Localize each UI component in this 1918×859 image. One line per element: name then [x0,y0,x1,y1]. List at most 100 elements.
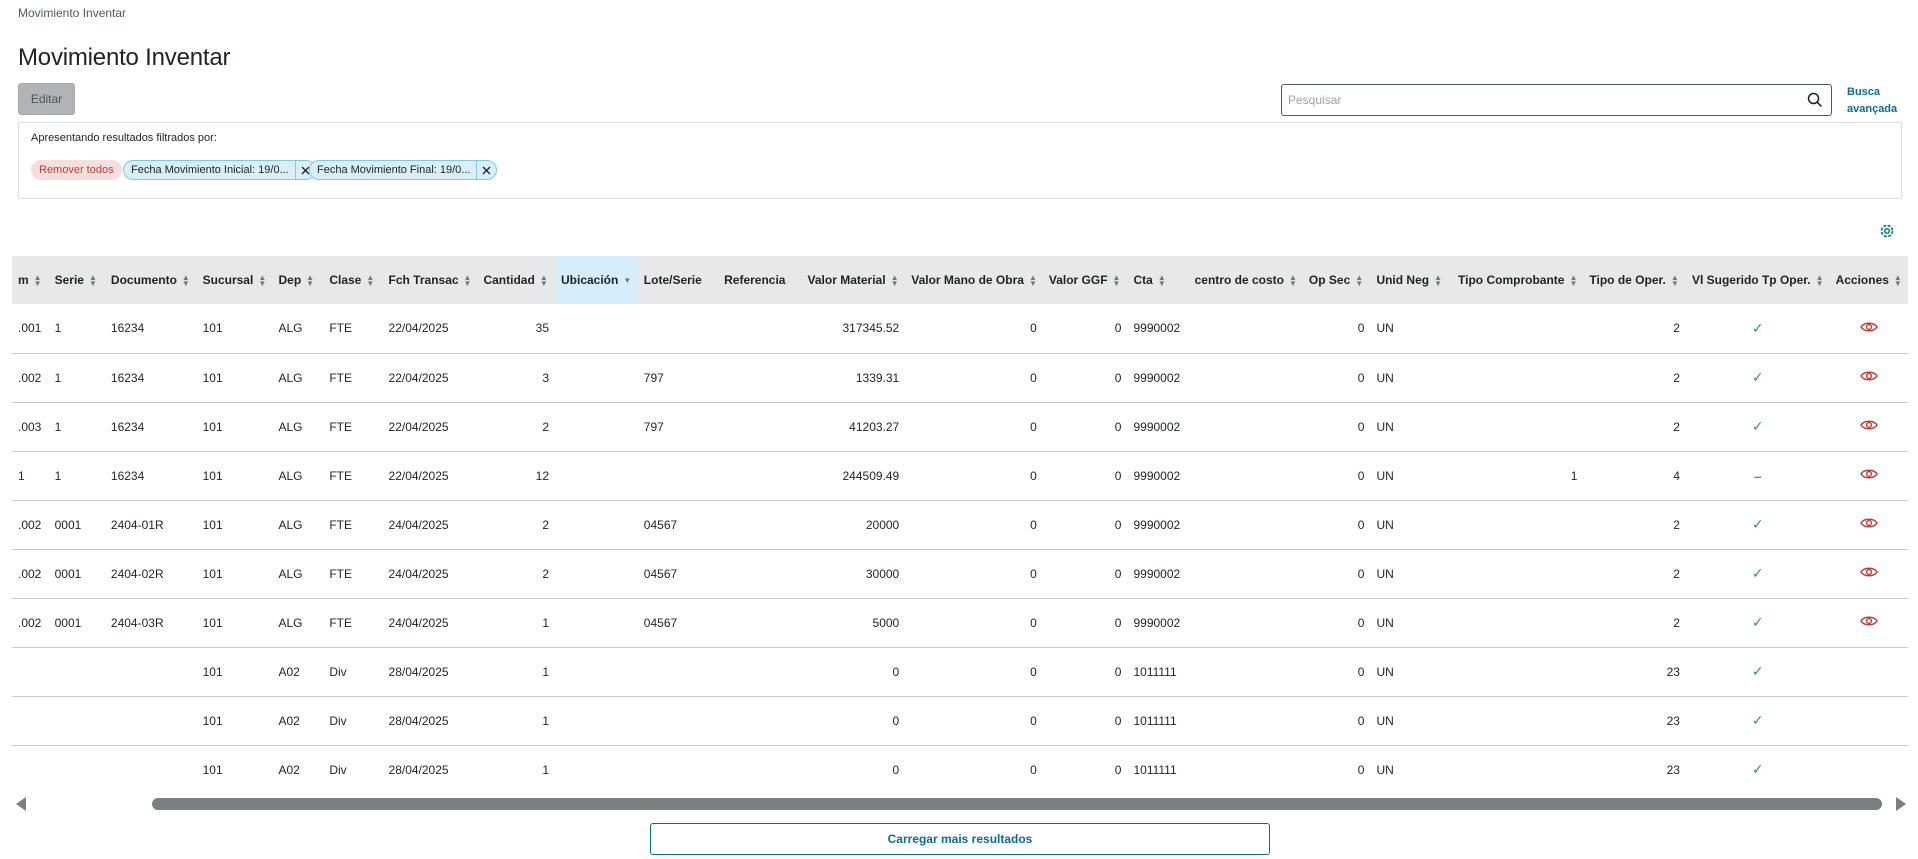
scroll-left-arrow-icon[interactable] [16,797,26,811]
table-cell: 1 [54,370,62,385]
table-cell [718,598,801,647]
sort-icon[interactable]: ▲ ▼ [891,273,899,287]
sort-icon[interactable]: ▲ ▼ [1289,273,1297,287]
sort-icon[interactable]: ▲ ▼ [1434,273,1442,287]
column-header-active[interactable]: Ubicación ▼ [555,256,638,304]
sort-icon[interactable]: ▲ ▼ [306,273,314,287]
column-header[interactable]: Unid Neg ▲ ▼ [1370,256,1452,304]
table-row[interactable]: .002 0001 2404-03R 101 ALG FTE 24/04/2025 1 0456… [12,598,1908,647]
table-row[interactable]: 1 1 16234 101 ALG FTE 22/04/2025 12 244509.49 0 0 9… [12,451,1908,500]
column-header[interactable]: Fch Transac ▲ ▼ [383,256,478,304]
search-input[interactable] [1282,85,1799,115]
breadcrumb[interactable]: Movimiento Inventar [18,6,126,20]
table-cell: 0 [1357,762,1365,777]
table-cell [105,745,197,792]
sort-icon[interactable]: ▲ ▼ [366,273,374,287]
column-header[interactable]: Sucursal ▲ ▼ [197,256,273,304]
table-cell: Div [329,762,347,777]
table-cell: UN [1376,615,1394,630]
column-header[interactable]: Documento ▲ ▼ [105,256,197,304]
sort-icon[interactable]: ▲ ▼ [1029,273,1037,287]
column-header[interactable]: Tipo Comprobante ▲ ▼ [1452,256,1583,304]
eye-icon[interactable] [1859,518,1878,532]
column-header[interactable]: Referencia [718,256,801,304]
column-header[interactable]: Valor GGF ▲ ▼ [1043,256,1128,304]
column-header[interactable]: Valor Mano de Obra ▲ ▼ [905,256,1043,304]
sort-icon[interactable]: ▲ ▼ [1113,273,1121,287]
table-cell: UN [1376,419,1394,434]
table-row[interactable]: .003 1 16234 101 ALG FTE 22/04/2025 2 797 41203.2… [12,402,1908,451]
column-header[interactable]: Serie ▲ ▼ [49,256,105,304]
suggested-value-cell: ✓ [1686,549,1830,598]
eye-icon[interactable] [1859,616,1878,630]
table-cell: 9990002 [1133,517,1181,532]
table-cell: 1 [542,615,549,630]
horizontal-scrollbar[interactable] [12,794,1908,814]
check-icon: ✓ [1751,369,1764,385]
column-header[interactable]: Op Sec ▲ ▼ [1303,256,1371,304]
table-cell: 0 [892,762,900,777]
table-row[interactable]: .002 0001 2404-01R 101 ALG FTE 24/04/2025 2 0456… [12,500,1908,549]
scroll-right-arrow-icon[interactable] [1896,797,1906,811]
column-header[interactable]: Valor Material ▲ ▼ [802,256,906,304]
column-header[interactable]: Acciones ▲ ▼ [1830,256,1908,304]
column-header[interactable]: Tipo de Oper. ▲ ▼ [1583,256,1686,304]
sort-icon[interactable]: ▲ ▼ [1894,273,1902,287]
edit-button[interactable]: Editar [18,83,75,115]
table-cell: 2 [1673,517,1680,532]
sort-icon[interactable]: ▲ ▼ [1671,273,1679,287]
column-header[interactable]: centro de costo ▲ ▼ [1189,256,1303,304]
load-more-button[interactable]: Carregar mais resultados [650,823,1270,855]
table-cell: .002 [18,517,42,532]
check-icon: ✓ [1751,418,1764,434]
sort-icon[interactable]: ▲ ▼ [540,273,548,287]
eye-icon[interactable] [1859,371,1878,385]
sort-icon[interactable]: ▲ ▼ [464,273,472,287]
scrollbar-thumb[interactable] [152,798,1882,810]
table-cell: 28/04/2025 [388,664,449,679]
table-row[interactable]: 101 A02 Div 28/04/2025 1 0 0 0 1011111 0 UN 23 ✓ [12,745,1908,792]
table-cell: .003 [18,419,42,434]
table-row[interactable]: 101 A02 Div 28/04/2025 1 0 0 0 1011111 0 UN 23 ✓ [12,647,1908,696]
column-header[interactable]: Cantidad ▲ ▼ [477,256,555,304]
sort-icon[interactable]: ▲ ▼ [258,273,266,287]
eye-icon[interactable] [1859,322,1878,336]
table-cell [12,745,49,792]
column-header-label: Lote/Serie [643,273,702,287]
close-icon[interactable] [476,161,496,179]
table-cell: 0 [1030,615,1037,630]
data-table-container[interactable]: m ▲ ▼ Serie ▲ ▼ Documento ▲ ▼ Sucursal ▲ ▼ Dep ▲ ▼… [12,256,1908,792]
sort-icon[interactable]: ▲ ▼ [1158,273,1166,287]
column-header[interactable]: Dep ▲ ▼ [273,256,324,304]
eye-icon[interactable] [1859,420,1878,434]
search-icon[interactable] [1799,85,1831,115]
advanced-search-link[interactable]: Busca avançada [1847,84,1907,118]
table-cell: 0 [1114,762,1122,777]
column-header[interactable]: Clase ▲ ▼ [323,256,382,304]
remove-all-filters-button[interactable]: Remover todos [31,160,122,180]
table-cell [1452,402,1583,451]
table-cell: 0 [1357,370,1365,385]
table-row[interactable]: 101 A02 Div 28/04/2025 1 0 0 0 1011111 0 UN 23 ✓ [12,696,1908,745]
sort-icon[interactable]: ▲ ▼ [1816,273,1824,287]
column-header[interactable]: Lote/Serie [638,256,718,304]
sort-icon[interactable]: ▲ ▼ [182,273,190,287]
sort-icon[interactable]: ▲ ▼ [89,273,97,287]
column-header[interactable]: Cta ▲ ▼ [1127,256,1188,304]
table-cell: 1 [542,762,549,777]
chevron-down-icon[interactable]: ▼ [623,276,631,284]
sort-icon[interactable]: ▲ ▼ [1355,273,1363,287]
eye-icon[interactable] [1859,469,1878,483]
gear-icon[interactable] [1878,222,1896,240]
table-row[interactable]: .002 0001 2404-02R 101 ALG FTE 24/04/2025 2 0456… [12,549,1908,598]
sort-icon[interactable]: ▲ ▼ [1569,273,1577,287]
table-row[interactable]: .002 1 16234 101 ALG FTE 22/04/2025 3 797 1339.31… [12,353,1908,402]
suggested-value-cell: ✓ [1686,745,1830,792]
column-header[interactable]: Vl Sugerido Tp Oper. ▲ ▼ [1686,256,1830,304]
column-header[interactable]: m ▲ ▼ [12,256,49,304]
sort-icon[interactable]: ▲ ▼ [34,273,42,287]
table-cell: 0 [1114,321,1122,336]
eye-icon[interactable] [1859,567,1878,581]
table-row[interactable]: .001 1 16234 101 ALG FTE 22/04/2025 35 317345.52… [12,304,1908,353]
table-cell: 101 [202,615,223,630]
